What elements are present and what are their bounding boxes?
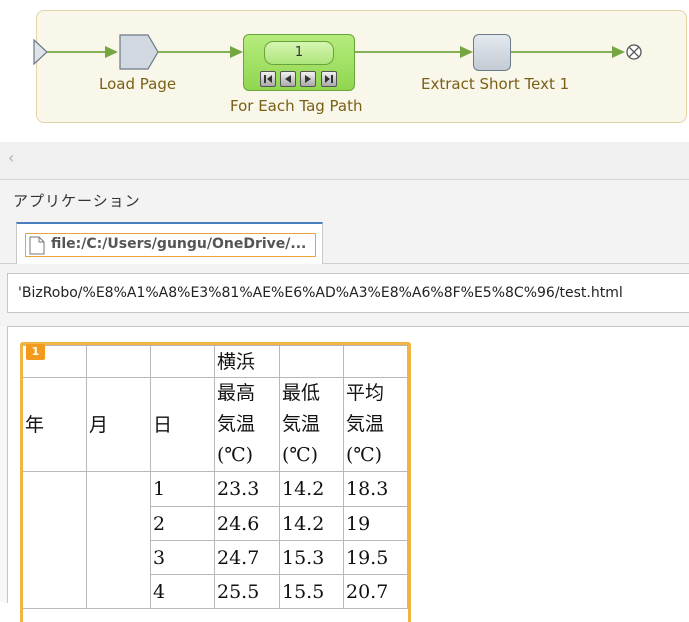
header-line: 最高 — [217, 382, 256, 404]
avg-temp-header-cell: 平均 気温 (℃) — [343, 377, 408, 472]
for-each-tag-path-label: For Each Tag Path — [230, 97, 363, 115]
table-cell — [150, 345, 215, 378]
first-iteration-button[interactable] — [260, 71, 276, 87]
tab-file-page[interactable]: file:/C:/Users/gungu/OneDrive/... — [16, 222, 323, 264]
avg-temp-cell: 18.3 — [343, 471, 408, 507]
table-row: 1 23.3 14.2 18.3 — [22, 471, 408, 609]
application-panel-header: アプリケーション — [0, 180, 689, 218]
max-temp-cell: 25.5 — [214, 574, 280, 609]
browser-tab-bar: file:/C:/Users/gungu/OneDrive/... — [0, 218, 689, 264]
year-cell — [22, 471, 87, 609]
day-cell: 4 — [150, 574, 215, 609]
tab-label: file:/C:/Users/gungu/OneDrive/... — [51, 236, 307, 252]
header-line: 最低 — [282, 382, 321, 404]
extract-short-text-node[interactable] — [473, 34, 511, 71]
address-bar-row: 'BizRobo/%E8%A1%A8%E3%81%AE%E6%AD%A3%E8%… — [0, 264, 689, 326]
address-bar[interactable]: 'BizRobo/%E8%A1%A8%E3%81%AE%E6%AD%A3%E8%… — [7, 273, 689, 313]
min-temp-cell: 15.5 — [279, 574, 344, 609]
application-panel-title: アプリケーション — [13, 192, 141, 210]
flow-start-icon[interactable] — [33, 38, 48, 66]
next-iteration-button[interactable] — [300, 71, 316, 87]
max-temp-cell: 23.3 — [214, 471, 280, 507]
extract-short-text-label: Extract Short Text 1 — [421, 75, 570, 93]
avg-temp-cell: 20.7 — [343, 574, 408, 609]
header-line: 気温 — [346, 413, 385, 435]
address-bar-url: 'BizRobo/%E8%A1%A8%E3%81%AE%E6%AD%A3%E8%… — [18, 285, 623, 301]
location-header-cell: 横浜 — [214, 345, 280, 378]
table-cell — [343, 345, 408, 378]
header-line: (℃) — [282, 444, 319, 466]
year-header-cell: 年 — [22, 377, 87, 472]
table-cell — [86, 345, 151, 378]
month-cell — [86, 471, 151, 609]
flow-end-icon[interactable] — [626, 44, 642, 60]
for-each-tag-path-node[interactable]: 1 — [243, 34, 355, 91]
header-line: 平均 — [346, 382, 385, 404]
table-header-row: 横浜 — [22, 345, 408, 378]
min-temp-cell: 14.2 — [279, 506, 344, 541]
loop-iteration-counter: 1 — [264, 41, 334, 65]
header-line: 気温 — [217, 413, 256, 435]
load-page-node[interactable] — [119, 34, 159, 70]
document-icon — [29, 236, 45, 255]
last-iteration-button[interactable] — [321, 71, 337, 87]
min-temp-header-cell: 最低 気温 (℃) — [279, 377, 344, 472]
day-cell: 2 — [150, 506, 215, 541]
header-line: (℃) — [217, 444, 254, 466]
header-line: (℃) — [346, 444, 383, 466]
max-temp-cell: 24.6 — [214, 506, 280, 541]
load-page-label: Load Page — [99, 75, 177, 93]
table-header-row: 年 月 日 最高 気温 (℃) 最低 気温 (℃) 平均 気温 (℃) — [22, 377, 408, 472]
tab-selection-outline: file:/C:/Users/gungu/OneDrive/... — [25, 233, 316, 257]
max-temp-header-cell: 最高 気温 (℃) — [214, 377, 280, 472]
min-temp-cell: 14.2 — [279, 471, 344, 507]
table-cell — [279, 345, 344, 378]
workflow-panel: Load Page 1 For Each Tag Path Extract Sh… — [0, 0, 689, 140]
temperature-table[interactable]: 横浜 年 月 日 最高 気温 (℃) 最低 気温 (℃) 平均 気温 (℃) 1… — [22, 345, 408, 609]
tag-index-badge: 1 — [26, 344, 45, 360]
header-line: 気温 — [282, 413, 321, 435]
day-cell: 1 — [150, 471, 215, 507]
max-temp-cell: 24.7 — [214, 540, 280, 575]
avg-temp-cell: 19.5 — [343, 540, 408, 575]
day-cell: 3 — [150, 540, 215, 575]
panel-divider: ‹ — [0, 142, 689, 180]
chevron-left-icon[interactable]: ‹ — [8, 148, 14, 167]
day-header-cell: 日 — [150, 377, 215, 472]
previous-iteration-button[interactable] — [280, 71, 296, 87]
min-temp-cell: 15.3 — [279, 540, 344, 575]
avg-temp-cell: 19 — [343, 506, 408, 541]
month-header-cell: 月 — [86, 377, 151, 472]
